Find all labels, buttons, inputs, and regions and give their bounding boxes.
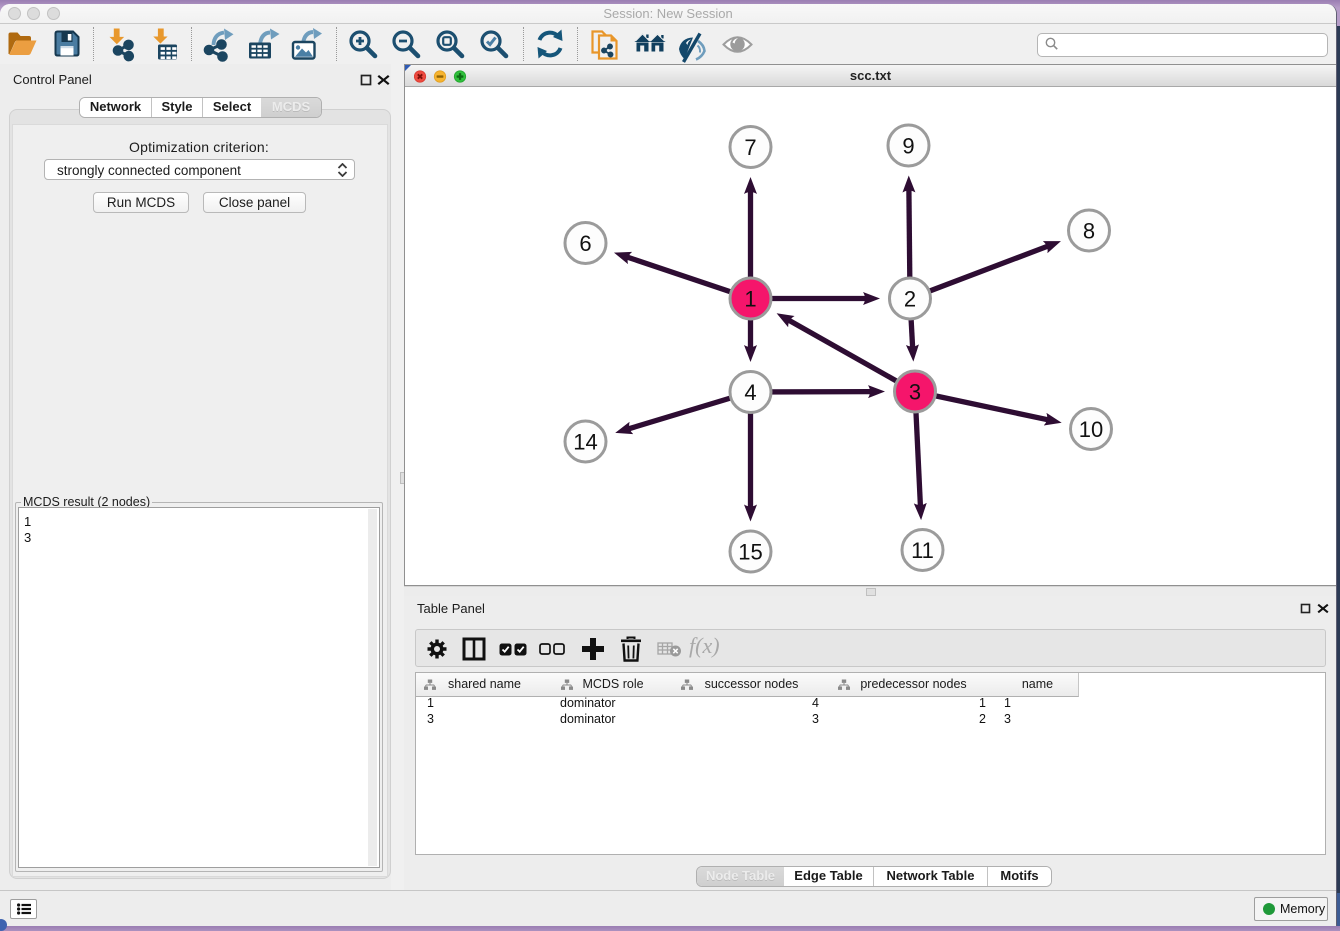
svg-text:14: 14 bbox=[573, 430, 597, 455]
svg-text:3: 3 bbox=[909, 380, 921, 405]
svg-text:11: 11 bbox=[911, 538, 934, 563]
svg-text:10: 10 bbox=[1079, 417, 1103, 442]
svg-text:7: 7 bbox=[744, 135, 756, 160]
svg-text:6: 6 bbox=[579, 231, 591, 256]
svg-text:9: 9 bbox=[902, 134, 914, 159]
svg-text:8: 8 bbox=[1083, 219, 1095, 244]
svg-text:15: 15 bbox=[738, 540, 762, 565]
svg-text:1: 1 bbox=[744, 287, 756, 312]
svg-text:4: 4 bbox=[744, 380, 756, 405]
svg-text:2: 2 bbox=[904, 287, 916, 312]
